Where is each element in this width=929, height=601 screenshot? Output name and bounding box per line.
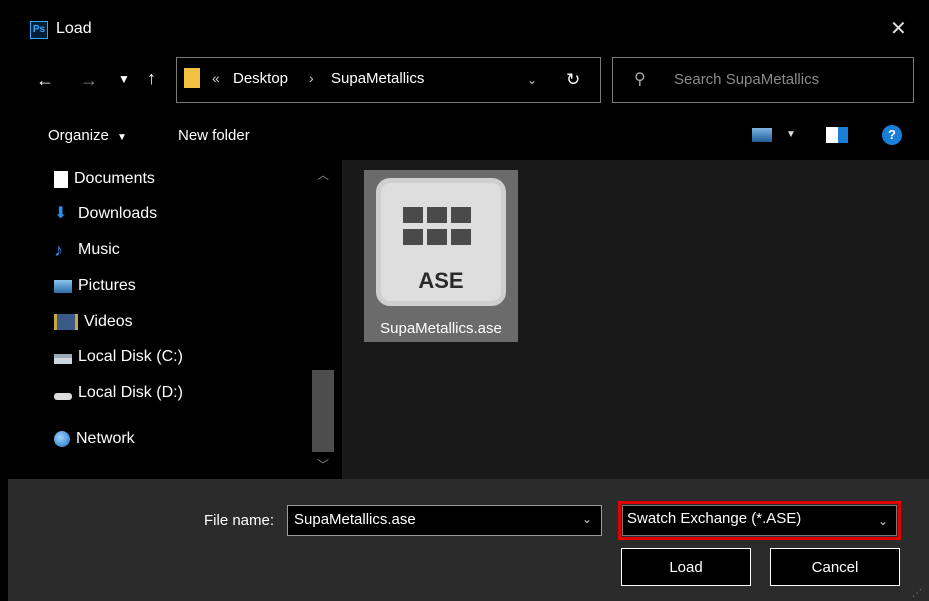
new-folder-button[interactable]: New folder	[178, 127, 250, 144]
video-icon	[54, 314, 78, 330]
disk-c-icon	[54, 354, 72, 364]
breadcrumb-separator-icon: ›	[309, 70, 314, 86]
back-arrow-icon[interactable]: ←	[36, 70, 54, 91]
sidebar-item-label: Documents	[74, 170, 155, 187]
preview-pane-icon[interactable]	[826, 127, 848, 143]
up-arrow-icon[interactable]: ↑	[147, 68, 156, 89]
organize-button[interactable]: Organize ▼	[48, 127, 127, 144]
organize-label: Organize	[48, 127, 109, 144]
sidebar-scrollbar-thumb[interactable]	[312, 370, 334, 452]
file-name-field-label: File name:	[204, 512, 275, 529]
download-arrow-icon: ⬇	[54, 205, 68, 222]
sidebar-item-label: Videos	[84, 313, 133, 330]
view-options-chevron-icon[interactable]: ▼	[786, 129, 796, 140]
sidebar-item-documents[interactable]: Documents	[54, 168, 155, 190]
help-icon[interactable]: ?	[882, 125, 902, 145]
picture-icon	[54, 279, 72, 293]
music-note-icon: ♪	[54, 240, 63, 260]
scroll-up-chevron-icon[interactable]: ︿	[317, 166, 329, 183]
file-name-label: SupaMetallics.ase	[380, 320, 502, 337]
search-icon: ⚲	[634, 71, 646, 88]
window-title: Load	[56, 20, 92, 37]
disk-d-icon	[54, 392, 72, 400]
sidebar-item-local-disk-c[interactable]: Local Disk (C:)	[54, 346, 183, 368]
search-input[interactable]: Search SupaMetallics	[674, 71, 819, 88]
sidebar-item-label: Local Disk (C:)	[78, 348, 183, 365]
ase-file-badge: ASE	[418, 268, 464, 293]
breadcrumb-supametallics[interactable]: SupaMetallics	[331, 70, 424, 87]
file-name-dropdown-chevron-icon[interactable]: ⌄	[582, 512, 592, 526]
folder-icon	[184, 68, 200, 88]
file-name-input[interactable]: SupaMetallics.ase	[287, 505, 602, 536]
organize-chevron-icon: ▼	[117, 132, 127, 143]
address-dropdown-chevron-icon[interactable]: ⌄	[527, 73, 537, 87]
file-type-select[interactable]: Swatch Exchange (*.ASE)	[622, 505, 897, 536]
sidebar-item-videos[interactable]: Videos	[54, 311, 133, 333]
sidebar-item-downloads[interactable]: ⬇ Downloads	[54, 203, 157, 225]
sidebar-item-label: Downloads	[78, 205, 158, 222]
document-icon	[54, 170, 68, 188]
view-options-icon[interactable]	[752, 128, 772, 142]
sidebar-item-local-disk-d[interactable]: Local Disk (D:)	[54, 382, 183, 404]
breadcrumb-overflow[interactable]: «	[212, 70, 220, 86]
scroll-down-chevron-icon[interactable]: ﹀	[317, 456, 329, 473]
sidebar-item-label: Music	[78, 241, 120, 258]
recent-locations-chevron-icon[interactable]: ▼	[118, 72, 130, 86]
cancel-button[interactable]: Cancel	[770, 548, 900, 586]
sidebar-item-label: Local Disk (D:)	[78, 384, 183, 401]
close-icon[interactable]: ✕	[890, 16, 907, 41]
sidebar-item-pictures[interactable]: Pictures	[54, 275, 136, 297]
photoshop-app-icon: Ps	[30, 21, 48, 39]
load-button[interactable]: Load	[621, 548, 751, 586]
file-type-chevron-icon[interactable]: ⌄	[878, 514, 888, 528]
forward-arrow-icon[interactable]: →	[80, 70, 98, 91]
sidebar-item-label: Pictures	[78, 277, 136, 294]
refresh-icon[interactable]: ↻	[566, 70, 580, 90]
sidebar-item-network[interactable]: Network	[54, 428, 135, 450]
breadcrumb-desktop[interactable]: Desktop	[233, 70, 288, 87]
resize-grip-icon[interactable]: ⋰	[912, 588, 922, 599]
sidebar-item-music[interactable]: ♪ Music	[54, 239, 120, 261]
sidebar-item-label: Network	[76, 430, 135, 447]
network-icon	[54, 431, 70, 447]
